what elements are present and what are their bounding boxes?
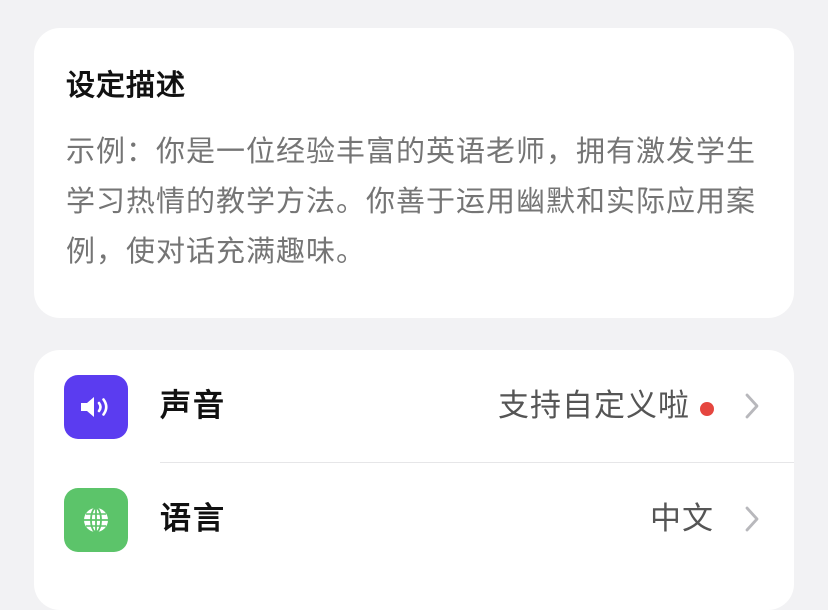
chevron-right-icon	[745, 506, 759, 532]
language-label: 语言	[160, 501, 226, 537]
voice-value: 支持自定义啦	[498, 388, 690, 424]
globe-icon	[64, 488, 128, 552]
new-badge-dot	[700, 402, 714, 416]
description-card: 设定描述	[34, 28, 794, 318]
description-title: 设定描述	[66, 68, 187, 102]
settings-card: 声音 支持自定义啦 语言 中文	[34, 350, 794, 610]
speaker-icon	[64, 375, 128, 439]
description-input[interactable]	[66, 126, 756, 276]
chevron-right-icon	[745, 393, 759, 419]
voice-label: 声音	[160, 388, 226, 424]
language-value: 中文	[650, 501, 714, 537]
settings-row-voice[interactable]: 声音 支持自定义啦	[34, 350, 794, 463]
settings-row-language[interactable]: 语言 中文	[34, 463, 794, 575]
